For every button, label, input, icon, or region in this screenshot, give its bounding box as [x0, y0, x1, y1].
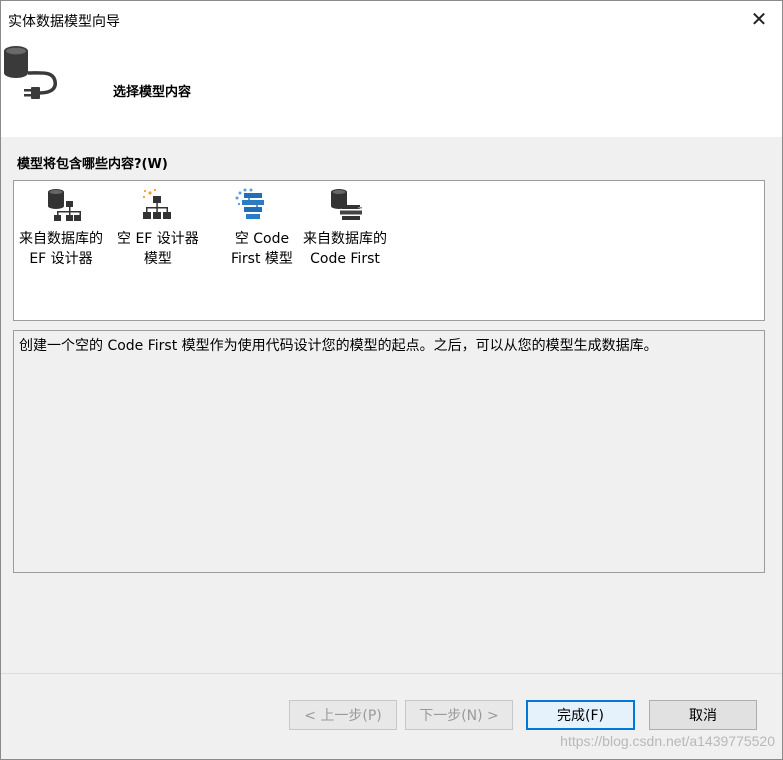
list-item-empty-ef-designer[interactable]: 空 EF 设计器 模型	[114, 181, 206, 271]
list-item-label: 来自数据库的 EF 设计器	[19, 231, 103, 267]
list-item-label: 来自数据库的 Code First	[303, 231, 387, 267]
description-box: 创建一个空的 Code First 模型作为使用代码设计您的模型的起点。之后，可…	[13, 330, 765, 573]
title-bar: 实体数据模型向导 ✕	[1, 1, 782, 39]
model-content-list[interactable]: 来自数据库的 EF 设计器 空 EF 设计器 模型 空 Code First 模…	[13, 180, 765, 321]
page-title: 选择模型内容	[113, 85, 192, 100]
model-content-question: 模型将包含哪些内容?(W)	[17, 157, 168, 172]
cancel-button[interactable]: 取消	[649, 700, 757, 730]
empty-hierarchy-icon	[142, 188, 171, 219]
list-item-label: 空 Code First 模型	[231, 231, 293, 267]
watermark: https://blog.csdn.net/a1439775520	[560, 733, 775, 749]
list-item-label: 空 EF 设计器 模型	[117, 231, 199, 267]
wizard-window: 实体数据模型向导 ✕ 选择模型内容 模型将包含哪些内容?(W) 来自数据库的 E…	[0, 0, 783, 760]
list-item-ef-designer-from-database[interactable]: 来自数据库的 EF 设计器	[14, 181, 114, 271]
wizard-header: 选择模型内容	[1, 39, 782, 137]
back-button[interactable]: < 上一步(P)	[289, 700, 397, 730]
next-button[interactable]: 下一步(N) >	[405, 700, 513, 730]
close-icon[interactable]: ✕	[750, 9, 768, 29]
list-item-empty-code-first[interactable]: 空 Code First 模型	[206, 181, 298, 271]
database-hierarchy-icon	[48, 189, 81, 221]
database-code-first-icon	[331, 189, 362, 220]
database-plug-icon	[4, 46, 57, 99]
description-text: 创建一个空的 Code First 模型作为使用代码设计您的模型的起点。之后，可…	[19, 338, 658, 354]
code-first-icon	[235, 188, 264, 219]
footer-divider	[1, 673, 782, 674]
window-title: 实体数据模型向导	[8, 14, 120, 30]
finish-button[interactable]: 完成(F)	[526, 700, 635, 730]
list-item-code-first-from-database[interactable]: 来自数据库的 Code First	[298, 181, 398, 271]
